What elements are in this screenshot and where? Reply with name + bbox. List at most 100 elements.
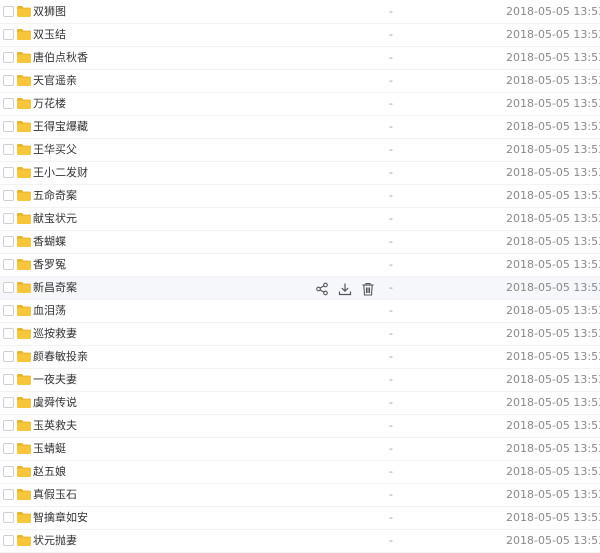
row-checkbox[interactable] [3, 351, 14, 362]
row-checkbox[interactable] [3, 282, 14, 293]
file-name[interactable]: 赵五娘 [33, 465, 66, 479]
trash-icon [362, 282, 374, 296]
file-size: - [389, 327, 393, 340]
file-row[interactable]: 颜春敏投亲 - 2018-05-05 13:53 [0, 346, 600, 369]
file-date: 2018-05-05 13:53 [506, 97, 600, 110]
row-checkbox[interactable] [3, 144, 14, 155]
row-checkbox[interactable] [3, 236, 14, 247]
file-row[interactable]: 一夜夫妻 - 2018-05-05 13:53 [0, 369, 600, 392]
file-row[interactable]: 虞舜传说 - 2018-05-05 13:53 [0, 392, 600, 415]
row-checkbox[interactable] [3, 397, 14, 408]
row-checkbox[interactable] [3, 535, 14, 546]
folder-icon [17, 351, 31, 362]
file-date: 2018-05-05 13:53 [506, 235, 600, 248]
folder-icon [17, 512, 31, 523]
share-icon [316, 282, 328, 295]
file-date: 2018-05-05 13:53 [506, 189, 600, 202]
row-checkbox[interactable] [3, 29, 14, 40]
file-row[interactable]: 王华买父 - 2018-05-05 13:53 [0, 139, 600, 162]
file-row[interactable]: 玉英救夫 - 2018-05-05 13:53 [0, 415, 600, 438]
file-size: - [389, 143, 393, 156]
file-name[interactable]: 万花楼 [33, 97, 66, 111]
row-checkbox[interactable] [3, 305, 14, 316]
file-name[interactable]: 颜春敏投亲 [33, 350, 88, 364]
file-date: 2018-05-05 13:53 [506, 74, 600, 87]
file-date: 2018-05-05 13:53 [506, 281, 600, 294]
row-checkbox[interactable] [3, 374, 14, 385]
file-row[interactable]: 血泪荡 - 2018-05-05 13:53 [0, 300, 600, 323]
file-name[interactable]: 玉蜻蜓 [33, 442, 66, 456]
row-checkbox[interactable] [3, 259, 14, 270]
file-date: 2018-05-05 13:53 [506, 304, 600, 317]
file-size: - [389, 189, 393, 202]
file-row[interactable]: 巡按救妻 - 2018-05-05 13:53 [0, 323, 600, 346]
file-date: 2018-05-05 13:53 [506, 120, 600, 133]
file-row[interactable]: 真假玉石 - 2018-05-05 13:53 [0, 484, 600, 507]
row-checkbox[interactable] [3, 52, 14, 63]
row-checkbox[interactable] [3, 167, 14, 178]
file-name[interactable]: 一夜夫妻 [33, 373, 77, 387]
file-row[interactable]: 智擒章如安 - 2018-05-05 13:53 [0, 507, 600, 530]
folder-icon [17, 489, 31, 500]
file-name[interactable]: 王华买父 [33, 143, 77, 157]
file-row[interactable]: 赵五娘 - 2018-05-05 13:53 [0, 461, 600, 484]
file-row[interactable]: 双玉结 - 2018-05-05 13:53 [0, 24, 600, 47]
file-name[interactable]: 真假玉石 [33, 488, 77, 502]
file-name[interactable]: 唐伯点秋香 [33, 51, 88, 65]
file-row[interactable]: 新昌奇案 - 2018-05-05 13:53 [0, 277, 600, 300]
file-row[interactable]: 万花楼 - 2018-05-05 13:53 [0, 93, 600, 116]
file-row[interactable]: 玉蜻蜓 - 2018-05-05 13:53 [0, 438, 600, 461]
file-date: 2018-05-05 13:53 [506, 511, 600, 524]
file-name[interactable]: 新昌奇案 [33, 281, 77, 295]
file-name[interactable]: 双玉结 [33, 28, 66, 42]
row-checkbox[interactable] [3, 489, 14, 500]
file-row[interactable]: 唐伯点秋香 - 2018-05-05 13:53 [0, 47, 600, 70]
row-checkbox[interactable] [3, 420, 14, 431]
row-checkbox[interactable] [3, 213, 14, 224]
share-button[interactable] [313, 279, 331, 298]
file-row[interactable]: 香罗冤 - 2018-05-05 13:53 [0, 254, 600, 277]
row-checkbox[interactable] [3, 6, 14, 17]
file-name[interactable]: 香蝴蝶 [33, 235, 66, 249]
file-row[interactable]: 献宝状元 - 2018-05-05 13:53 [0, 208, 600, 231]
file-name[interactable]: 血泪荡 [33, 304, 66, 318]
file-date: 2018-05-05 13:53 [506, 442, 600, 455]
row-checkbox[interactable] [3, 512, 14, 523]
file-size: - [389, 281, 393, 294]
file-name[interactable]: 献宝状元 [33, 212, 77, 226]
file-name[interactable]: 智擒章如安 [33, 511, 88, 525]
file-name[interactable]: 双狮图 [33, 5, 66, 19]
folder-icon [17, 52, 31, 63]
file-row[interactable]: 五命奇案 - 2018-05-05 13:53 [0, 185, 600, 208]
file-size: - [389, 166, 393, 179]
file-name[interactable]: 香罗冤 [33, 258, 66, 272]
row-checkbox[interactable] [3, 466, 14, 477]
row-checkbox[interactable] [3, 75, 14, 86]
file-name[interactable]: 五命奇案 [33, 189, 77, 203]
file-size: - [389, 350, 393, 363]
file-row[interactable]: 王小二发财 - 2018-05-05 13:53 [0, 162, 600, 185]
row-checkbox[interactable] [3, 443, 14, 454]
file-row[interactable]: 天官遥亲 - 2018-05-05 13:53 [0, 70, 600, 93]
file-row[interactable]: 王得宝爆藏 - 2018-05-05 13:53 [0, 116, 600, 139]
file-name[interactable]: 天官遥亲 [33, 74, 77, 88]
file-name[interactable]: 虞舜传说 [33, 396, 77, 410]
file-size: - [389, 235, 393, 248]
file-name[interactable]: 玉英救夫 [33, 419, 77, 433]
download-button[interactable] [336, 279, 354, 298]
file-name[interactable]: 巡按救妻 [33, 327, 77, 341]
file-date: 2018-05-05 13:53 [506, 419, 600, 432]
row-checkbox[interactable] [3, 190, 14, 201]
file-name[interactable]: 状元抛妻 [33, 534, 77, 548]
row-checkbox[interactable] [3, 328, 14, 339]
row-checkbox[interactable] [3, 121, 14, 132]
file-date: 2018-05-05 13:53 [506, 166, 600, 179]
file-row[interactable]: 双狮图 - 2018-05-05 13:53 [0, 1, 600, 24]
folder-icon [17, 121, 31, 132]
delete-button[interactable] [359, 279, 377, 298]
row-checkbox[interactable] [3, 98, 14, 109]
file-name[interactable]: 王得宝爆藏 [33, 120, 88, 134]
file-row[interactable]: 香蝴蝶 - 2018-05-05 13:53 [0, 231, 600, 254]
file-name[interactable]: 王小二发财 [33, 166, 88, 180]
file-size: - [389, 120, 393, 133]
